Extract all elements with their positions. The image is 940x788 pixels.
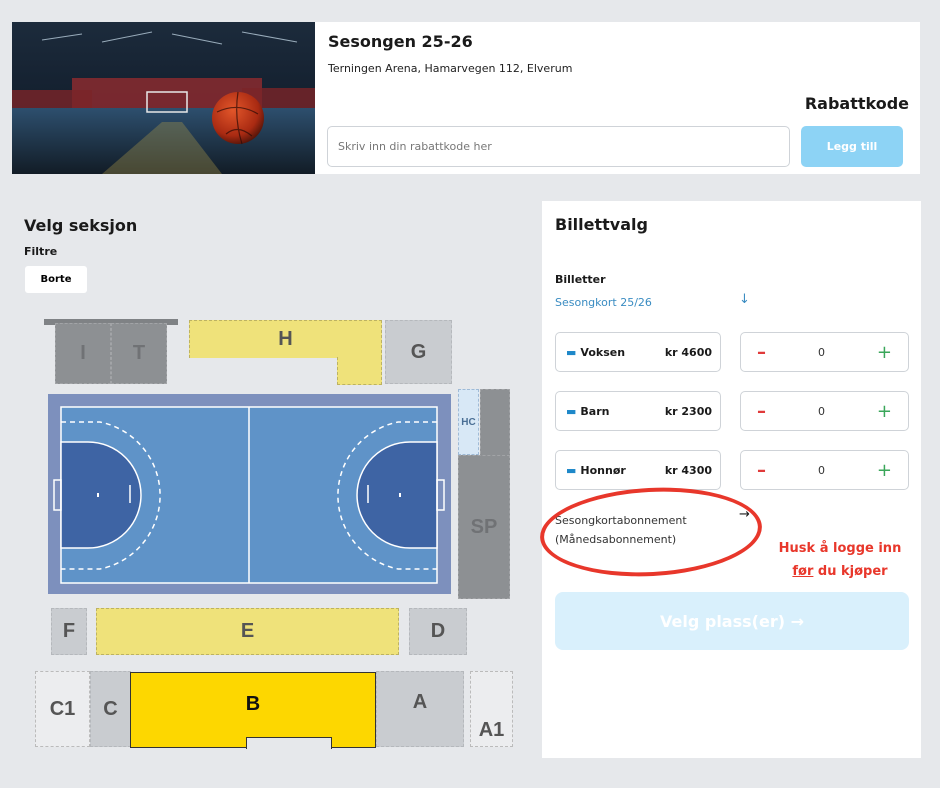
- login-reminder-tail: du kjøper: [813, 564, 888, 579]
- event-title: Sesongen 25-26: [328, 32, 473, 51]
- minus-button[interactable]: –: [757, 342, 766, 363]
- ticket-icon: ▬: [566, 463, 577, 477]
- login-reminder: Husk å logge inn før du kjøper: [755, 537, 925, 583]
- quantity-stepper-voksen: – 0 +: [740, 332, 909, 372]
- zone-I[interactable]: I: [55, 323, 111, 384]
- zone-H[interactable]: H: [189, 320, 382, 358]
- ticket-price: kr 4300: [664, 463, 712, 477]
- zone-A[interactable]: A: [376, 671, 464, 747]
- event-card: Sesongen 25-26 Terningen Arena, Hamarveg…: [12, 22, 920, 174]
- subscription-line-2: (Månedsabonnement): [555, 533, 677, 546]
- subscription-link[interactable]: Sesongkortabonnement (Månedsabonnement): [555, 511, 687, 549]
- login-reminder-line-2: før du kjøper: [755, 560, 925, 583]
- zone-SP-top[interactable]: [480, 389, 510, 459]
- zone-H-extension[interactable]: [337, 357, 382, 385]
- arrow-right-icon[interactable]: →: [739, 507, 750, 522]
- panel-title: Billettvalg: [555, 215, 648, 234]
- zone-label: E: [240, 620, 255, 642]
- filter-chip-borte[interactable]: Borte: [25, 266, 87, 293]
- quantity-value: 0: [817, 404, 825, 418]
- zone-B-notch: [246, 737, 332, 749]
- handball-court: [53, 406, 445, 584]
- season-card-link[interactable]: Sesongkort 25/26: [555, 296, 652, 309]
- quantity-value: 0: [817, 463, 825, 477]
- event-venue: Terningen Arena, Hamarvegen 112, Elverum: [328, 62, 573, 75]
- zone-C1[interactable]: C1: [35, 671, 90, 747]
- zone-label: A1: [478, 719, 505, 741]
- ticket-icon: ▬: [566, 404, 577, 418]
- zone-T[interactable]: T: [111, 323, 167, 384]
- quantity-stepper-honnor: – 0 +: [740, 450, 909, 490]
- zone-SP[interactable]: SP: [458, 455, 510, 599]
- zone-label: SP: [470, 515, 498, 538]
- arrow-down-icon[interactable]: ↓: [739, 292, 750, 307]
- zone-label: C1: [49, 697, 76, 720]
- zone-label: I: [80, 342, 86, 364]
- ticket-type-honnor[interactable]: ▬ Honnør kr 4300: [555, 450, 721, 490]
- discount-code-input[interactable]: [327, 126, 790, 167]
- section-title: Velg seksjon: [24, 216, 138, 235]
- plus-button[interactable]: +: [877, 401, 892, 422]
- login-reminder-underlined: før: [792, 564, 814, 579]
- ticket-type-barn[interactable]: ▬ Barn kr 2300: [555, 391, 721, 431]
- select-seats-button[interactable]: Velg plass(er) →: [555, 592, 909, 650]
- zone-C[interactable]: C: [90, 671, 131, 747]
- filters-label: Filtre: [24, 245, 58, 258]
- court-surround: [48, 394, 451, 594]
- zone-label: B: [245, 692, 261, 715]
- ticket-icon: ▬: [566, 345, 577, 359]
- ticket-price: kr 2300: [664, 404, 712, 418]
- zone-label: D: [430, 620, 446, 642]
- discount-title: Rabattkode: [804, 94, 909, 113]
- tickets-label: Billetter: [555, 273, 606, 286]
- ticket-type-voksen[interactable]: ▬ Voksen kr 4600: [555, 332, 721, 372]
- plus-button[interactable]: +: [877, 342, 892, 363]
- minus-button[interactable]: –: [757, 401, 766, 422]
- ticket-price: kr 4600: [664, 345, 712, 359]
- plus-button[interactable]: +: [877, 460, 892, 481]
- zone-F[interactable]: F: [51, 608, 87, 655]
- login-reminder-line-1: Husk å logge inn: [778, 541, 902, 556]
- ticket-panel: Billettvalg Billetter Sesongkort 25/26 ↓…: [542, 201, 921, 758]
- zone-D[interactable]: D: [409, 608, 467, 655]
- ticket-name: Voksen: [580, 345, 626, 359]
- quantity-value: 0: [817, 345, 825, 359]
- zone-label: F: [62, 620, 76, 642]
- ticket-name: Barn: [580, 404, 610, 418]
- zone-G[interactable]: G: [385, 320, 452, 384]
- handball-arena-photo: [12, 22, 315, 174]
- zone-label: A: [412, 690, 428, 713]
- ticket-name: Honnør: [580, 463, 626, 477]
- zone-label: T: [132, 342, 146, 364]
- zone-A1[interactable]: A1: [470, 671, 513, 747]
- apply-discount-button[interactable]: Legg till: [801, 126, 903, 167]
- zone-label: C: [103, 697, 118, 720]
- minus-button[interactable]: –: [757, 460, 766, 481]
- zone-label: G: [410, 340, 427, 363]
- zone-label: H: [278, 328, 293, 350]
- quantity-stepper-barn: – 0 +: [740, 391, 909, 431]
- subscription-line-1: Sesongkortabonnement: [555, 514, 687, 527]
- zone-E[interactable]: E: [96, 608, 399, 655]
